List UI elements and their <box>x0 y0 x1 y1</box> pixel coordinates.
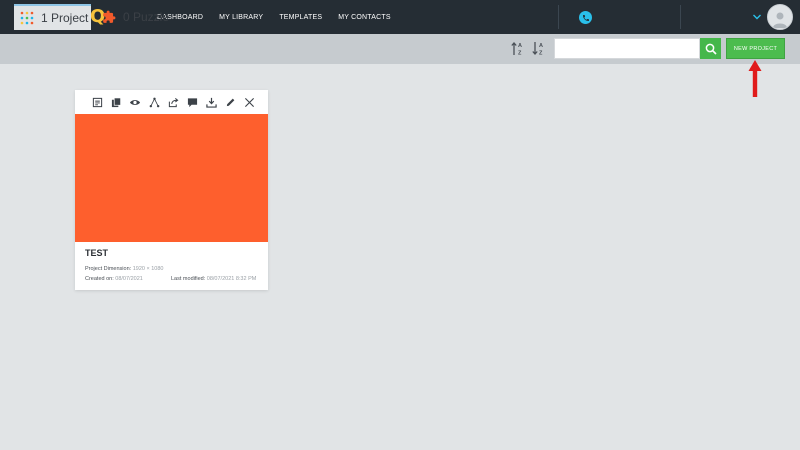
nav-my-library[interactable]: MY LIBRARY <box>219 14 263 21</box>
project-thumbnail[interactable] <box>75 114 268 242</box>
comment-icon[interactable] <box>186 96 198 108</box>
project-dimension: Project Dimension: 1920 × 1080 <box>85 266 163 272</box>
project-created: Created on: 08/07/2021 <box>85 276 143 282</box>
share-network-icon[interactable] <box>148 96 160 108</box>
red-arrow-annotation <box>748 60 762 97</box>
sort-az-icon[interactable]: A Z <box>511 41 525 56</box>
avatar[interactable] <box>767 4 793 30</box>
search-input[interactable] <box>554 38 700 59</box>
export-icon[interactable] <box>167 96 179 108</box>
project-card[interactable]: TEST Project Dimension: 1920 × 1080 Crea… <box>75 90 268 290</box>
search-icon <box>705 43 717 55</box>
project-last-modified: Last modified: 08/07/2021 8:32 PM <box>171 276 256 282</box>
tab-puzzle-label: 0 Puzzle <box>123 10 170 24</box>
grid-icon <box>20 11 34 25</box>
tab-projects-label: 1 Project <box>41 11 89 25</box>
card-actions-bar <box>75 90 268 114</box>
new-project-button[interactable]: NEW PROJECT <box>726 38 785 59</box>
nav-divider <box>558 5 559 29</box>
project-title[interactable]: TEST <box>85 248 108 258</box>
tab-projects[interactable]: 1 Project <box>14 4 91 30</box>
edit-icon[interactable] <box>224 96 236 108</box>
copy-link-icon[interactable] <box>91 96 103 108</box>
modified-label: Last modified: <box>171 276 206 282</box>
modified-value: 08/07/2021 8:32 PM <box>206 276 257 282</box>
created-value: 08/07/2021 <box>115 276 143 282</box>
puzzle-icon <box>102 10 116 24</box>
dimension-value: 1920 × 1080 <box>132 266 164 272</box>
dimension-label: Project Dimension: <box>85 266 132 272</box>
sort-za-icon[interactable]: A Z <box>532 41 546 56</box>
svg-text:Z: Z <box>539 51 543 57</box>
phone-icon[interactable] <box>579 11 592 24</box>
main-nav: DASHBOARD MY LIBRARY TEMPLATES MY CONTAC… <box>157 0 407 34</box>
svg-text:Z: Z <box>518 51 522 57</box>
download-icon[interactable] <box>205 96 217 108</box>
tab-puzzle[interactable]: 0 Puzzle <box>100 4 169 30</box>
nav-divider <box>680 5 681 29</box>
nav-templates[interactable]: TEMPLATES <box>279 14 322 21</box>
nav-my-contacts[interactable]: MY CONTACTS <box>338 14 391 21</box>
chevron-down-icon[interactable] <box>752 12 762 22</box>
search-button[interactable] <box>700 38 721 59</box>
preview-icon[interactable] <box>129 96 141 108</box>
close-icon[interactable] <box>243 96 255 108</box>
duplicate-icon[interactable] <box>110 96 122 108</box>
user-icon <box>773 12 787 28</box>
created-label: Created on: <box>85 276 114 282</box>
svg-text:A: A <box>518 43 522 49</box>
svg-text:A: A <box>539 43 543 49</box>
